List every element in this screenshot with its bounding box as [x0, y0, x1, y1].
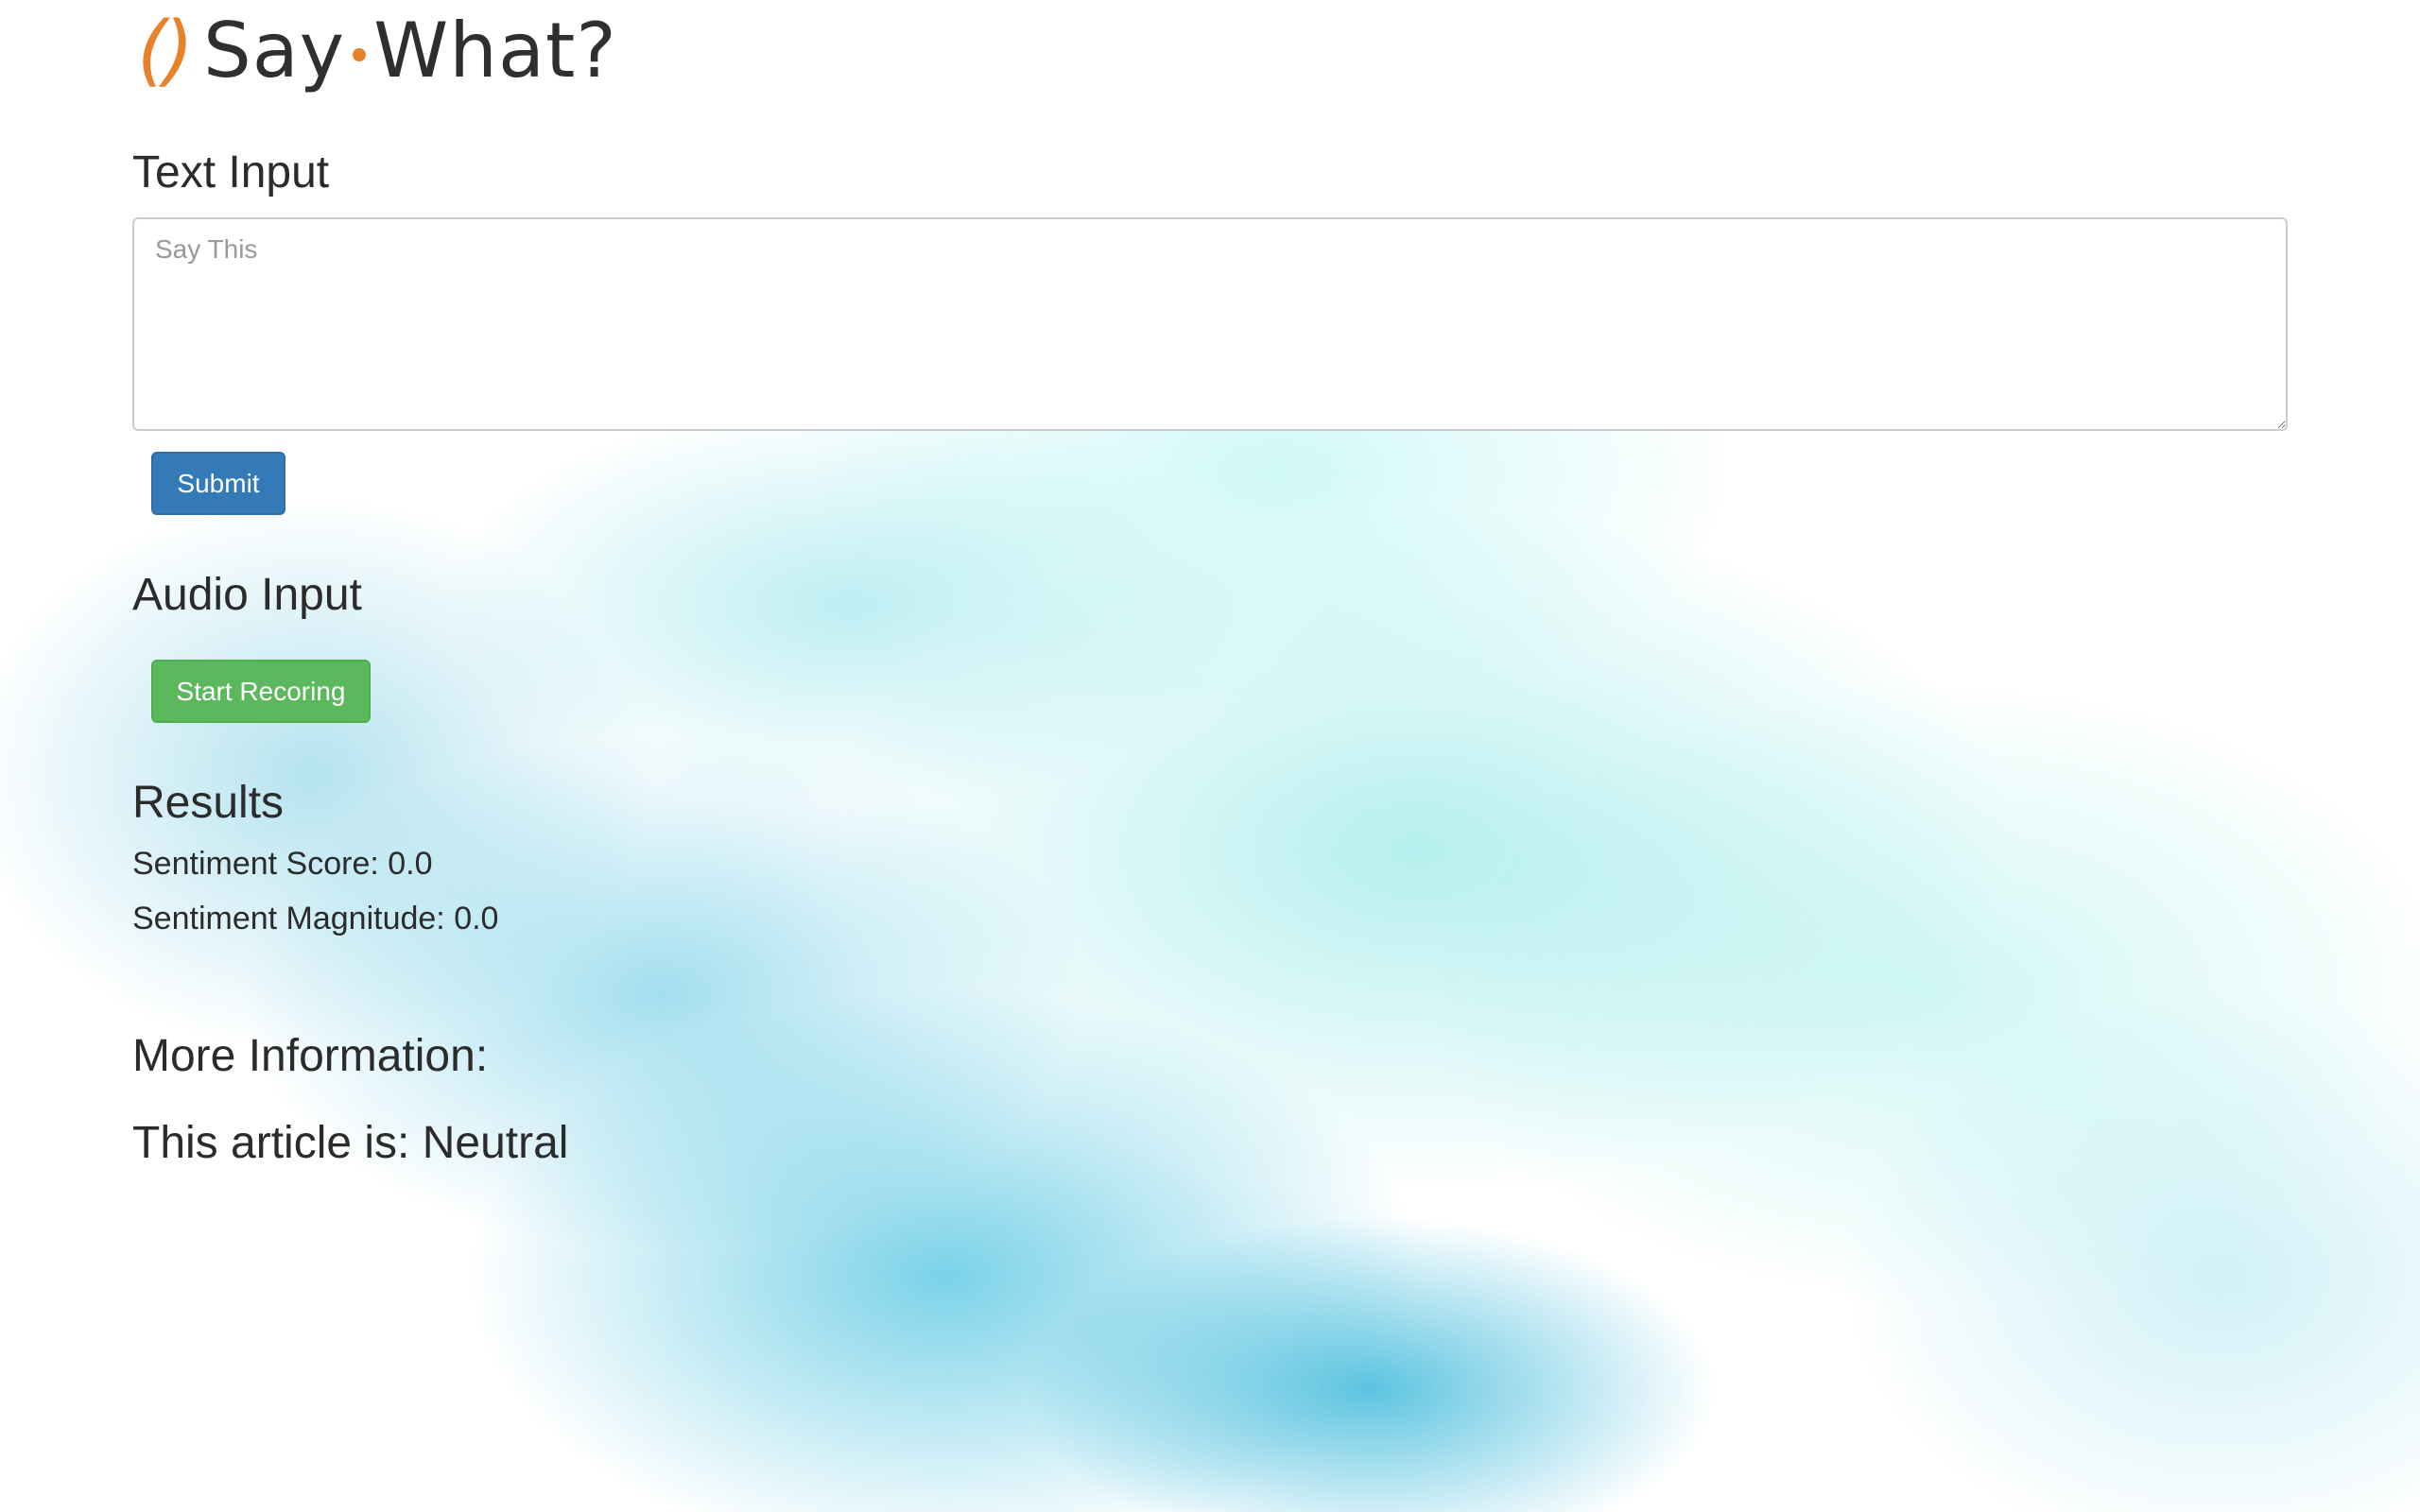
text-input-field[interactable] — [132, 217, 2288, 431]
sentiment-magnitude: Sentiment Magnitude: 0.0 — [132, 901, 499, 936]
text-input-heading: Text Input — [132, 147, 330, 198]
logo-wordmark: Say What? — [203, 13, 617, 89]
logo-parentheses-icon: () — [137, 6, 194, 95]
logo-dot-icon — [353, 48, 367, 61]
logo-word-say: Say — [202, 7, 346, 94]
sentiment-score: Sentiment Score: 0.0 — [132, 846, 433, 882]
submit-button[interactable]: Submit — [151, 452, 285, 515]
article-sentiment-label: This article is: Neutral — [132, 1118, 569, 1168]
logo-word-what: What? — [373, 7, 617, 94]
audio-input-heading: Audio Input — [132, 570, 362, 620]
start-recording-button[interactable]: Start Recoring — [151, 660, 371, 723]
saywhat-logo: () Say What? — [137, 4, 617, 98]
results-heading: Results — [132, 778, 285, 828]
more-information-heading: More Information: — [132, 1031, 489, 1081]
